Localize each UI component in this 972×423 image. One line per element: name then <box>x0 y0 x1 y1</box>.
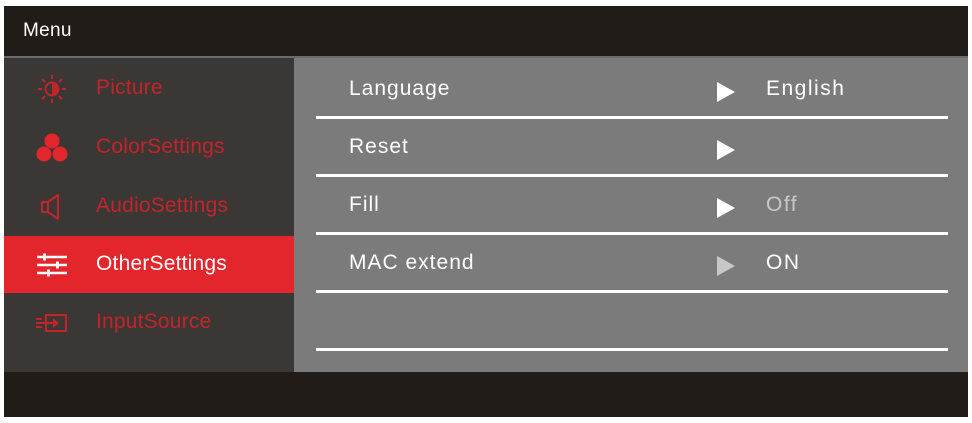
sidebar-item-label: AudioSettings <box>96 194 229 217</box>
sidebar-item-label: ColorSettings <box>96 135 225 158</box>
setting-name: MAC extend <box>349 251 475 274</box>
brightness-icon <box>34 74 70 104</box>
setting-row-reset[interactable]: Reset <box>316 120 948 177</box>
sidebar-item-label: InputSource <box>96 310 212 333</box>
sidebar-item-label: Picture <box>96 76 163 99</box>
sidebar-item-color-settings[interactable]: ColorSettings <box>4 119 294 176</box>
settings-panel: Language English Reset Fill Off MAC exte… <box>294 58 968 372</box>
input-icon <box>34 308 70 338</box>
setting-row-mac-extend[interactable]: MAC extend ON <box>316 236 948 293</box>
menu-footer <box>4 372 968 417</box>
sidebar-item-input-source[interactable]: InputSource <box>4 294 294 351</box>
speaker-icon <box>34 192 70 222</box>
arrow-right-icon <box>717 198 735 218</box>
row-divider <box>316 174 948 177</box>
setting-row-language[interactable]: Language English <box>316 62 948 119</box>
row-divider <box>316 348 948 351</box>
color-spheres-icon <box>34 133 70 163</box>
arrow-right-icon <box>717 140 735 160</box>
sidebar-item-picture[interactable]: Picture <box>4 60 294 117</box>
row-divider <box>316 116 948 119</box>
setting-value: ON <box>766 251 801 274</box>
sidebar-item-other-settings[interactable]: OtherSettings <box>4 236 294 293</box>
setting-row-fill[interactable]: Fill Off <box>316 178 948 235</box>
row-divider <box>316 290 948 293</box>
osd-menu: Menu Picture ColorSettings AudioSettings… <box>4 6 968 417</box>
menu-title: Menu <box>23 20 72 41</box>
setting-name: Fill <box>349 193 380 216</box>
arrow-right-icon <box>717 256 735 276</box>
setting-value: English <box>766 77 846 100</box>
setting-name: Reset <box>349 135 409 158</box>
sidebar: Picture ColorSettings AudioSettings Othe… <box>4 58 294 372</box>
sliders-icon <box>34 250 70 280</box>
setting-name: Language <box>349 77 451 100</box>
row-divider <box>316 232 948 235</box>
setting-value: Off <box>766 193 799 216</box>
arrow-right-icon <box>717 82 735 102</box>
sidebar-item-label: OtherSettings <box>96 252 227 275</box>
menu-header: Menu <box>4 6 968 58</box>
setting-row-empty <box>316 294 948 351</box>
sidebar-item-audio-settings[interactable]: AudioSettings <box>4 178 294 235</box>
